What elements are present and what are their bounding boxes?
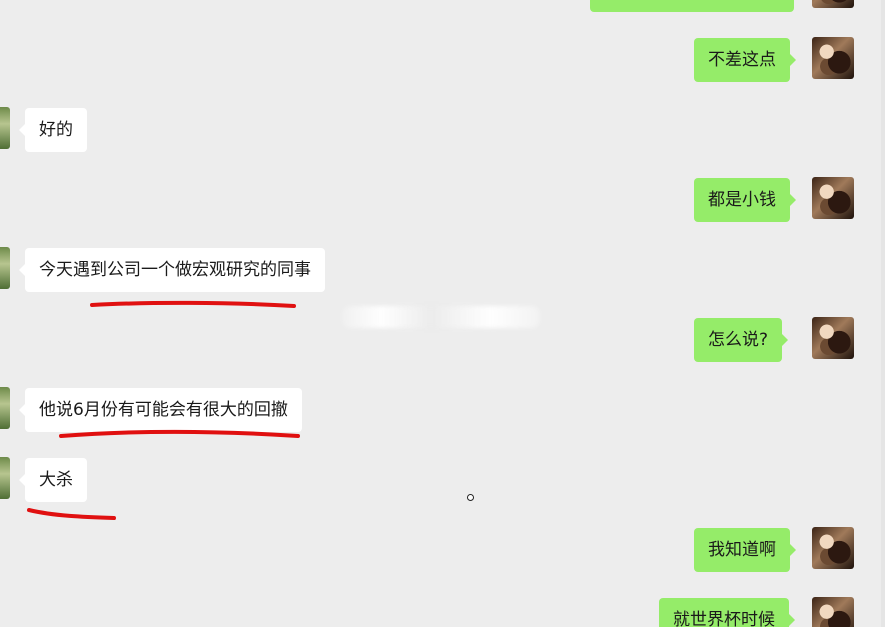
message-bubble-outgoing[interactable]: 怎么说? <box>694 318 789 362</box>
message-bubble-incoming[interactable]: 大杀 <box>19 458 87 502</box>
chat-message-area[interactable]: 不差这点 好的 都是小钱 今天遇到公司一个做宏观研究的同事 怎么说? 他说6月份… <box>0 0 885 627</box>
message-bubble-outgoing[interactable]: 我知道啊 <box>694 528 796 572</box>
message-text: 好的 <box>39 120 73 140</box>
message-text: 我知道啊 <box>708 540 776 560</box>
message-bubble-outgoing[interactable]: 就世界杯时候 <box>659 598 795 627</box>
message-text: 他说6月份有可能会有很大的回撤 <box>39 400 288 420</box>
red-annotation-underline <box>90 300 296 308</box>
message-text: 就世界杯时候 <box>673 610 775 627</box>
red-annotation-underline <box>59 429 300 438</box>
avatar[interactable] <box>0 247 10 289</box>
avatar[interactable] <box>812 0 854 8</box>
avatar[interactable] <box>812 597 854 627</box>
avatar[interactable] <box>0 387 10 429</box>
scrollbar-track[interactable] <box>881 0 885 627</box>
message-bubble-outgoing[interactable]: 都是小钱 <box>694 178 796 222</box>
mouse-cursor <box>467 494 474 501</box>
red-annotation-underline <box>27 508 116 520</box>
avatar[interactable] <box>0 457 10 499</box>
message-text: 都是小钱 <box>708 190 776 210</box>
blurred-timestamp <box>342 306 540 328</box>
message-bubble-outgoing[interactable] <box>590 0 794 12</box>
message-bubble-outgoing[interactable]: 不差这点 <box>694 38 796 82</box>
avatar[interactable] <box>812 37 854 79</box>
avatar[interactable] <box>812 527 854 569</box>
avatar[interactable] <box>0 107 10 149</box>
message-text: 大杀 <box>39 470 73 490</box>
message-text: 不差这点 <box>708 50 776 70</box>
message-text: 怎么说? <box>708 330 769 350</box>
avatar[interactable] <box>812 317 854 359</box>
message-bubble-incoming[interactable]: 好的 <box>19 108 87 152</box>
message-text: 今天遇到公司一个做宏观研究的同事 <box>39 260 311 280</box>
avatar[interactable] <box>812 177 854 219</box>
message-bubble-incoming[interactable]: 今天遇到公司一个做宏观研究的同事 <box>19 248 325 292</box>
